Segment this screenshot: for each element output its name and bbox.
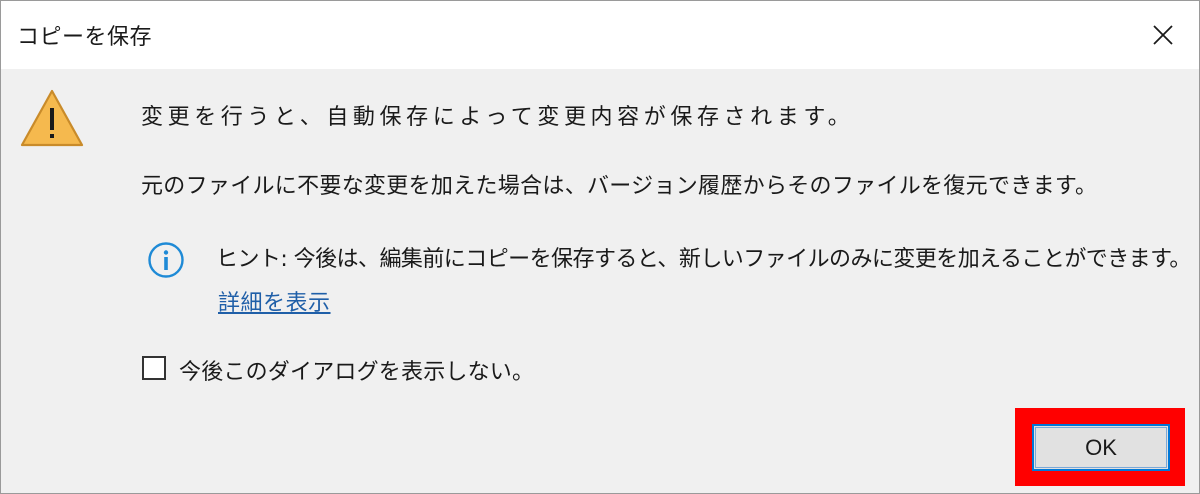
details-link[interactable]: 詳細を表示	[218, 285, 331, 317]
warning-icon	[20, 89, 84, 147]
message-line-2: 元のファイルに不要な変更を加えた場合は、バージョン履歴からそのファイルを復元でき…	[141, 174, 1098, 199]
save-copy-dialog: コピーを保存 変更を行うと、自動保存によって変更内容が保存されます。 元のファイ…	[0, 0, 1200, 494]
dont-show-again-label[interactable]: 今後このダイアログを表示しない。	[179, 354, 534, 386]
message-line-1: 変更を行うと、自動保存によって変更内容が保存されます。	[141, 105, 855, 130]
dont-show-again-checkbox[interactable]	[142, 356, 166, 380]
close-button[interactable]	[1133, 7, 1193, 63]
info-icon	[148, 242, 184, 278]
hint-text: ヒント: 今後は、編集前にコピーを保存すると、新しいファイルのみに変更を加えるこ…	[216, 247, 1191, 272]
ok-button[interactable]: OK	[1032, 424, 1170, 471]
close-icon	[1153, 25, 1173, 45]
dialog-title: コピーを保存	[17, 25, 153, 50]
title-bar: コピーを保存	[1, 1, 1199, 69]
